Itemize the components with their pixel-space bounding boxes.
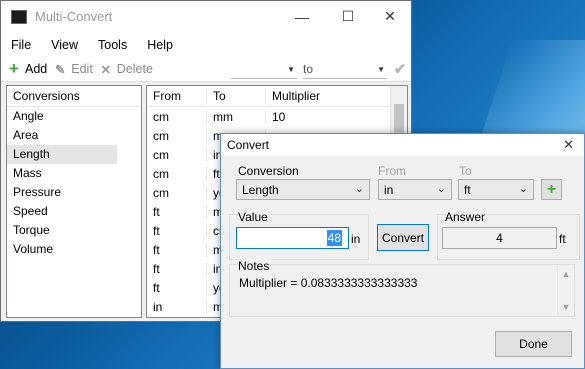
cell-multiplier: 10 bbox=[272, 109, 286, 124]
value-unit: in bbox=[351, 232, 361, 246]
edit-label: Edit bbox=[71, 62, 93, 76]
edit-button[interactable]: ✎ Edit bbox=[53, 62, 93, 77]
add-button[interactable]: + Add bbox=[7, 59, 48, 78]
list-item-area[interactable]: Area bbox=[7, 126, 141, 145]
menu-view[interactable]: View bbox=[51, 38, 78, 52]
convert-button[interactable]: Convert bbox=[377, 224, 429, 251]
conversion-value: Length bbox=[242, 182, 279, 197]
to-label: to bbox=[303, 62, 314, 76]
answer-field: 4 bbox=[442, 227, 557, 249]
cell-to: mm bbox=[207, 109, 266, 124]
menu-help[interactable]: Help bbox=[147, 38, 173, 52]
maximize-button[interactable]: ☐ bbox=[325, 1, 371, 32]
column-from[interactable]: From bbox=[147, 89, 207, 103]
done-button[interactable]: Done bbox=[495, 331, 572, 357]
list-item-length[interactable]: Length bbox=[7, 145, 117, 164]
delete-icon: ✕ bbox=[100, 62, 112, 77]
list-item-pressure[interactable]: Pressure bbox=[7, 183, 141, 202]
window-title: Multi-Convert bbox=[35, 9, 113, 24]
app-icon bbox=[11, 9, 27, 24]
list-item-mass[interactable]: Mass bbox=[7, 164, 141, 183]
grid-header: From To Multiplier bbox=[147, 86, 407, 107]
notes-box: Multiplier = 0.0833333333333333 ▲ ▼ bbox=[229, 264, 575, 317]
chevron-down-icon: ⌄ bbox=[354, 183, 364, 195]
answer-label: Answer bbox=[445, 210, 488, 224]
plus-icon: + bbox=[546, 180, 557, 198]
scroll-up-icon[interactable]: ▲ bbox=[562, 269, 571, 279]
to-label: To bbox=[459, 164, 472, 178]
to-unit-filter[interactable]: to ▼ bbox=[303, 60, 387, 79]
plus-icon: + bbox=[9, 59, 19, 78]
cell-from: ft bbox=[147, 204, 207, 219]
menu-bar: File View Tools Help bbox=[1, 32, 411, 57]
menu-tools[interactable]: Tools bbox=[98, 38, 127, 52]
add-label: Add bbox=[25, 62, 48, 76]
chevron-down-icon: ▼ bbox=[287, 64, 295, 74]
cell-from: cm bbox=[147, 166, 207, 181]
delete-button[interactable]: ✕ Delete bbox=[99, 62, 153, 77]
to-unit-select[interactable]: ft ⌄ bbox=[458, 179, 534, 200]
checkmark-icon[interactable]: ✔ bbox=[393, 61, 407, 78]
value-label: Value bbox=[238, 210, 270, 224]
list-item-speed[interactable]: Speed bbox=[7, 202, 141, 221]
delete-label: Delete bbox=[116, 62, 153, 76]
conversions-header[interactable]: Conversions bbox=[7, 86, 141, 107]
cell-from: cm bbox=[147, 185, 207, 200]
chevron-down-icon: ▼ bbox=[377, 64, 385, 74]
cell-from: cm bbox=[147, 109, 207, 124]
minimize-button[interactable]: — bbox=[279, 1, 325, 32]
conversion-label: Conversion bbox=[238, 164, 299, 178]
from-value: in bbox=[384, 182, 394, 197]
answer-unit: ft bbox=[559, 232, 566, 246]
cell-from: ft bbox=[147, 280, 207, 295]
cell-from: cm bbox=[147, 128, 207, 143]
scrollbar-thumb[interactable] bbox=[394, 104, 404, 134]
column-to[interactable]: To bbox=[207, 89, 266, 103]
notes-scrollbar[interactable]: ▲ ▼ bbox=[557, 265, 574, 316]
menu-file[interactable]: File bbox=[11, 38, 31, 52]
scroll-down-icon[interactable]: ▼ bbox=[562, 302, 571, 312]
from-unit-select[interactable]: in ⌄ bbox=[378, 179, 452, 200]
notes-text: Multiplier = 0.0833333333333333 bbox=[239, 276, 418, 290]
value-input[interactable]: 48 bbox=[236, 227, 349, 249]
dialog-title-bar[interactable]: Convert ✕ bbox=[221, 134, 584, 156]
to-value: ft bbox=[464, 182, 471, 197]
edit-icon: ✎ bbox=[55, 62, 66, 77]
cell-from: in bbox=[147, 299, 207, 314]
cell-from: ft bbox=[147, 261, 207, 276]
toolbar: + Add ✎ Edit ✕ Delete ▼ to ▼ ✔ bbox=[1, 57, 411, 82]
notes-label: Notes bbox=[238, 259, 272, 273]
cell-from: ft bbox=[147, 223, 207, 238]
from-unit-filter[interactable]: ▼ bbox=[231, 60, 297, 79]
chevron-down-icon: ⌄ bbox=[518, 183, 528, 195]
cell-from: ft bbox=[147, 242, 207, 257]
cell-from: cm bbox=[147, 147, 207, 162]
chevron-down-icon: ⌄ bbox=[436, 183, 446, 195]
title-bar[interactable]: Multi-Convert — ☐ ✕ bbox=[1, 1, 411, 32]
table-row[interactable]: cm mm 10 bbox=[147, 107, 407, 126]
close-icon[interactable]: ✕ bbox=[563, 137, 574, 153]
add-unit-button[interactable]: + bbox=[541, 179, 562, 200]
conversion-select[interactable]: Length ⌄ bbox=[236, 179, 370, 200]
list-item-angle[interactable]: Angle bbox=[7, 107, 141, 126]
dialog-title: Convert bbox=[227, 138, 270, 152]
list-item-volume[interactable]: Volume bbox=[7, 240, 141, 259]
convert-dialog: Convert ✕ Conversion From To Length ⌄ in… bbox=[220, 133, 585, 369]
column-multiplier[interactable]: Multiplier bbox=[266, 89, 346, 103]
from-label: From bbox=[378, 164, 406, 178]
close-button[interactable]: ✕ bbox=[367, 1, 413, 32]
answer-value: 4 bbox=[496, 231, 503, 245]
conversions-list: Conversions Angle Area Length Mass Press… bbox=[6, 85, 142, 318]
value-text: 48 bbox=[326, 230, 342, 246]
list-item-torque[interactable]: Torque bbox=[7, 221, 141, 240]
